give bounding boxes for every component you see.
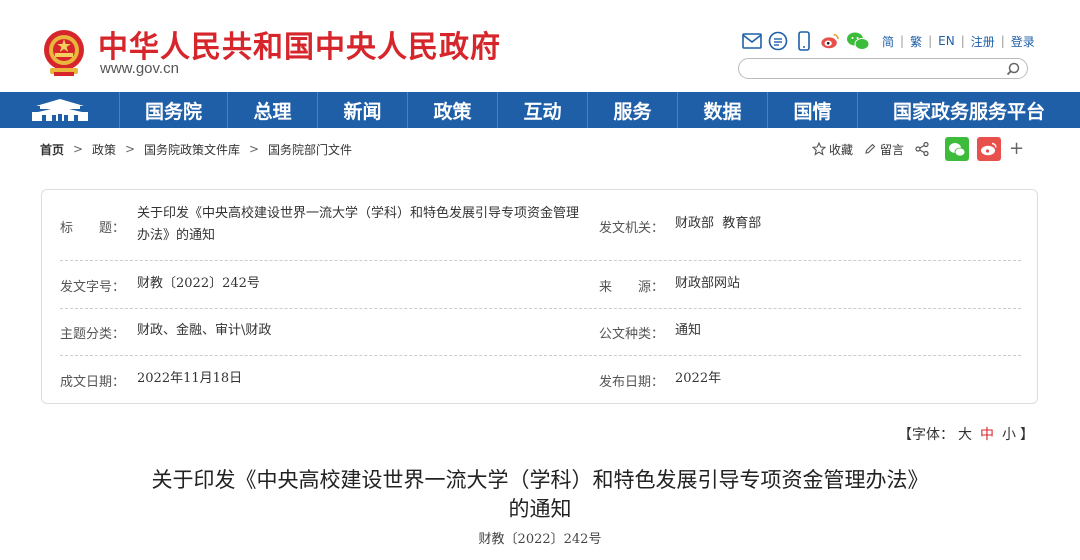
breadcrumb-separator: >	[249, 142, 260, 156]
nav-premier[interactable]: 总理	[228, 92, 318, 128]
site-url[interactable]: www.gov.cn	[100, 60, 179, 77]
info-row: 标 题： 关于印发《中央高校建设世界一流大学（学科）和特色发展引导专项资金管理办…	[60, 190, 1021, 261]
weibo-share-icon[interactable]	[977, 137, 1002, 161]
search-icon[interactable]	[1005, 61, 1021, 77]
published-date-label: 发布日期：	[599, 375, 665, 390]
nav-data[interactable]: 数据	[678, 92, 768, 128]
breadcrumb-policy[interactable]: 政策	[92, 141, 116, 158]
lang-simplified-link[interactable]: 简	[876, 33, 900, 50]
published-date-value: 2022年	[675, 371, 722, 386]
mail-icon[interactable]	[742, 31, 762, 51]
nav-interaction[interactable]: 互动	[498, 92, 588, 128]
source-label: 来 源：	[599, 280, 665, 295]
more-share-button[interactable]: +	[1009, 140, 1024, 158]
type-value: 通知	[675, 323, 702, 338]
breadcrumb-separator: >	[72, 142, 84, 156]
info-row: 发文字号： 财教〔2022〕242号 来 源： 财政部网站	[60, 261, 1021, 309]
nav-news[interactable]: 新闻	[318, 92, 408, 128]
type-label: 公文种类：	[599, 327, 665, 342]
share-icon[interactable]	[914, 141, 933, 157]
info-row: 成文日期： 2022年11月18日 发布日期： 2022年	[60, 356, 1021, 404]
favorite-label: 收藏	[829, 142, 854, 157]
category-label: 主题分类：	[60, 327, 126, 342]
favorite-button[interactable]: 收藏	[812, 141, 853, 158]
lang-english-link[interactable]: EN	[932, 34, 961, 48]
nav-state-council[interactable]: 国务院	[120, 92, 228, 128]
font-size-large[interactable]: 大	[958, 427, 972, 443]
issuer-label: 发文机关：	[599, 221, 665, 236]
weibo-icon[interactable]	[820, 31, 840, 51]
comment-label: 留言	[880, 142, 905, 157]
tiananmen-icon[interactable]	[0, 92, 120, 128]
wechat-share-icon[interactable]	[945, 137, 970, 161]
title-value: 关于印发《中央高校建设世界一流大学（学科）和特色发展引导专项资金管理办法》的通知	[137, 206, 580, 243]
font-size-switch: 【字体：大中小】	[898, 424, 1034, 444]
main-nav: 国务院 总理 新闻 政策 互动 服务 数据 国情 国家政务服务平台	[0, 92, 1080, 128]
nav-gov-service-platform[interactable]: 国家政务服务平台	[858, 92, 1080, 128]
share-toolbar: 收藏 留言 +	[812, 137, 1024, 161]
title-label: 标 题：	[60, 221, 126, 236]
star-icon	[812, 142, 826, 156]
font-size-prefix: 【字体：	[898, 427, 954, 443]
breadcrumb-separator: >	[125, 142, 136, 156]
national-emblem-icon[interactable]	[40, 28, 88, 78]
nav-policy[interactable]: 政策	[408, 92, 498, 128]
created-date-value: 2022年11月18日	[137, 371, 243, 386]
top-tools: 简 | 繁 | EN | 注册 | 登录	[742, 30, 1041, 52]
breadcrumb-home[interactable]: 首页	[40, 141, 64, 158]
site-header: 中华人民共和国中央人民政府 www.gov.cn 简 | 繁 | EN | 注册…	[0, 0, 1080, 92]
doc-no-label: 发文字号：	[60, 280, 126, 295]
article-title: 关于印发《中央高校建设世界一流大学（学科）和特色发展引导专项资金管理办法》 的通…	[60, 466, 1020, 524]
breadcrumb-policy-library[interactable]: 国务院政策文件库	[144, 141, 240, 158]
article-title-line-1: 关于印发《中央高校建设世界一流大学（学科）和特色发展引导专项资金管理办法》	[151, 468, 929, 492]
search-input[interactable]	[749, 60, 999, 80]
font-size-suffix: 】	[1020, 427, 1034, 443]
document-info-table: 标 题： 关于印发《中央高校建设世界一流大学（学科）和特色发展引导专项资金管理办…	[41, 189, 1038, 404]
register-link[interactable]: 注册	[965, 33, 1001, 50]
message-icon[interactable]	[768, 31, 788, 51]
pen-icon	[865, 143, 876, 154]
info-row: 主题分类： 财政、金融、审计\财政 公文种类： 通知	[60, 309, 1021, 356]
nav-service[interactable]: 服务	[588, 92, 678, 128]
article-doc-number: 财教〔2022〕242号	[478, 532, 602, 547]
article-title-line-2: 的通知	[508, 497, 572, 521]
doc-no-value: 财教〔2022〕242号	[137, 276, 260, 291]
source-value: 财政部网站	[675, 276, 741, 291]
breadcrumb: 首页 > 政策 > 国务院政策文件库 > 国务院部门文件	[40, 141, 352, 157]
issuer-value: 财政部 教育部	[675, 216, 762, 231]
wechat-icon[interactable]	[846, 31, 870, 51]
comment-button[interactable]: 留言	[863, 141, 904, 158]
lang-traditional-link[interactable]: 繁	[904, 33, 928, 50]
category-value: 财政、金融、审计\财政	[137, 323, 272, 338]
login-link[interactable]: 登录	[1005, 33, 1041, 50]
breadcrumb-department-docs[interactable]: 国务院部门文件	[268, 141, 352, 158]
nav-national-conditions[interactable]: 国情	[768, 92, 858, 128]
font-size-medium[interactable]: 中	[980, 427, 994, 443]
mobile-icon[interactable]	[794, 31, 814, 51]
created-date-label: 成文日期：	[60, 375, 126, 390]
font-size-small[interactable]: 小	[1002, 427, 1016, 443]
search-box	[738, 58, 1028, 80]
